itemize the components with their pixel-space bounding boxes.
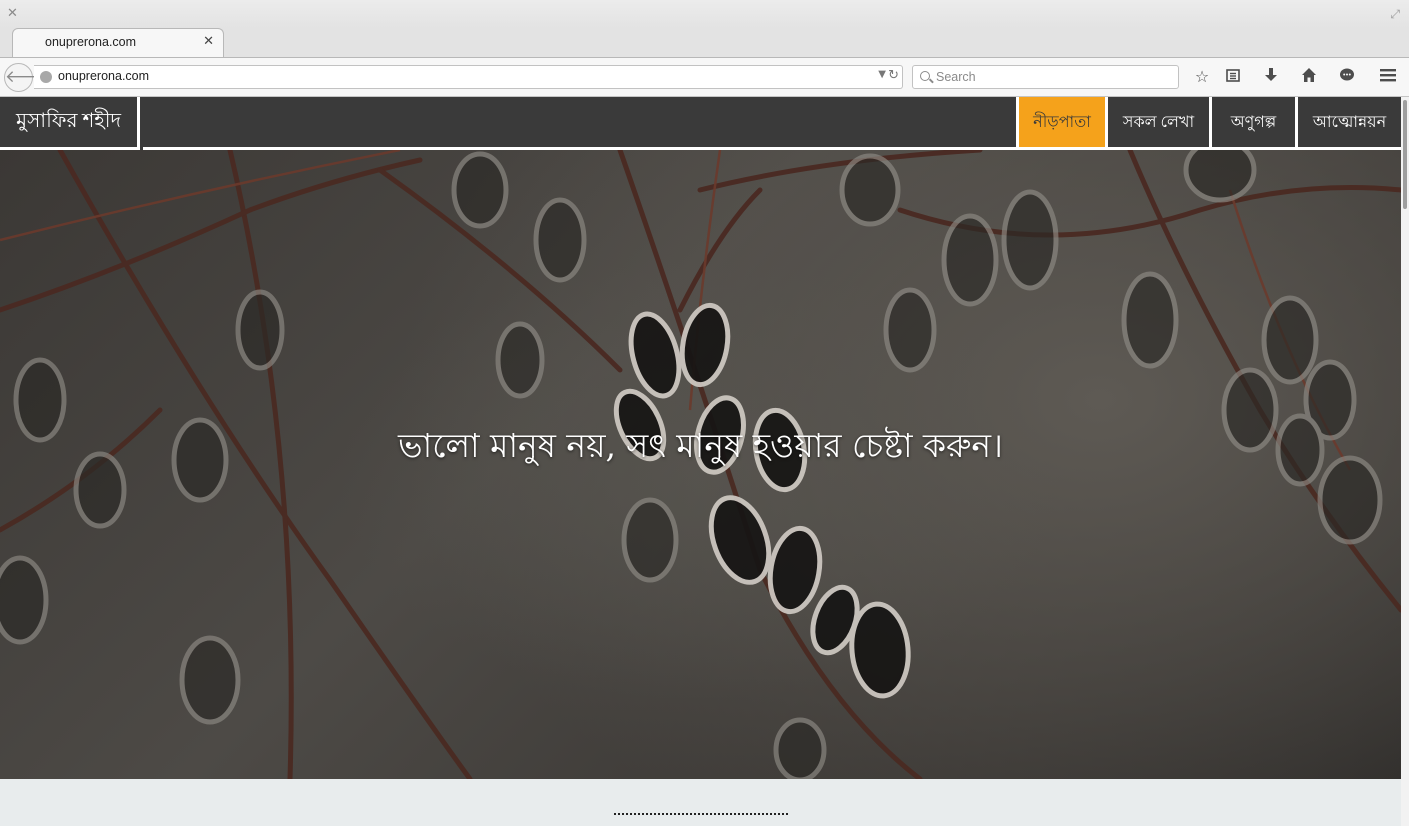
nav-item-micro-stories[interactable]: অণুগল্প bbox=[1209, 97, 1295, 150]
header-spacer bbox=[143, 97, 1016, 150]
nav-item-home[interactable]: নীড়পাতা bbox=[1016, 97, 1105, 150]
web-page: মুসাফির শহীদ নীড়পাতা সকল লেখা অণুগল্প আ… bbox=[0, 97, 1401, 826]
site-brand[interactable]: মুসাফির শহীদ bbox=[0, 97, 140, 150]
search-icon bbox=[920, 71, 930, 81]
bookmark-star-icon[interactable]: ☆ bbox=[1191, 67, 1213, 87]
navigation-toolbar: 🡐 onuprerona.com ▼ ↻ ☆ bbox=[0, 58, 1409, 97]
url-text[interactable]: onuprerona.com bbox=[58, 69, 149, 83]
scroll-thumb[interactable] bbox=[1403, 100, 1407, 209]
home-icon[interactable] bbox=[1298, 67, 1320, 87]
reload-icon[interactable]: ↻ bbox=[888, 68, 899, 83]
tab-strip: onuprerona.com ✕ bbox=[0, 28, 1409, 58]
chat-icon[interactable] bbox=[1336, 67, 1358, 87]
window-close-icon[interactable]: ✕ bbox=[7, 6, 18, 22]
window-expand-icon[interactable]: ⤢ bbox=[1390, 6, 1400, 22]
section-divider bbox=[614, 813, 788, 815]
nav-item-all-posts[interactable]: সকল লেখা bbox=[1105, 97, 1209, 150]
menu-icon[interactable] bbox=[1377, 67, 1399, 87]
url-bar[interactable]: onuprerona.com ▼ ↻ bbox=[34, 65, 903, 89]
site-identity-icon[interactable] bbox=[40, 71, 52, 83]
hero-banner: ভালো মানুষ নয়, সৎ মানুষ হওয়ার চেষ্টা ক… bbox=[0, 150, 1401, 779]
search-input[interactable] bbox=[936, 68, 1166, 86]
reading-list-icon[interactable] bbox=[1222, 67, 1244, 87]
nav-item-self-improvement[interactable]: আত্মোন্নয়ন bbox=[1295, 97, 1401, 150]
window-titlebar: ✕ ⤢ bbox=[0, 0, 1409, 28]
page-scrollbar[interactable] bbox=[1401, 97, 1409, 826]
history-dropdown-icon[interactable]: ▼ bbox=[878, 69, 886, 80]
tab-title: onuprerona.com bbox=[45, 35, 137, 49]
download-icon[interactable] bbox=[1260, 67, 1282, 87]
tab-close-icon[interactable]: ✕ bbox=[203, 34, 214, 50]
back-button[interactable]: 🡐 bbox=[4, 63, 51, 92]
browser-tab[interactable]: onuprerona.com ✕ bbox=[12, 28, 224, 57]
search-bar[interactable] bbox=[912, 65, 1179, 89]
site-header: মুসাফির শহীদ নীড়পাতা সকল লেখা অণুগল্প আ… bbox=[0, 97, 1401, 150]
hero-quote: ভালো মানুষ নয়, সৎ মানুষ হওয়ার চেষ্টা ক… bbox=[398, 426, 1003, 465]
